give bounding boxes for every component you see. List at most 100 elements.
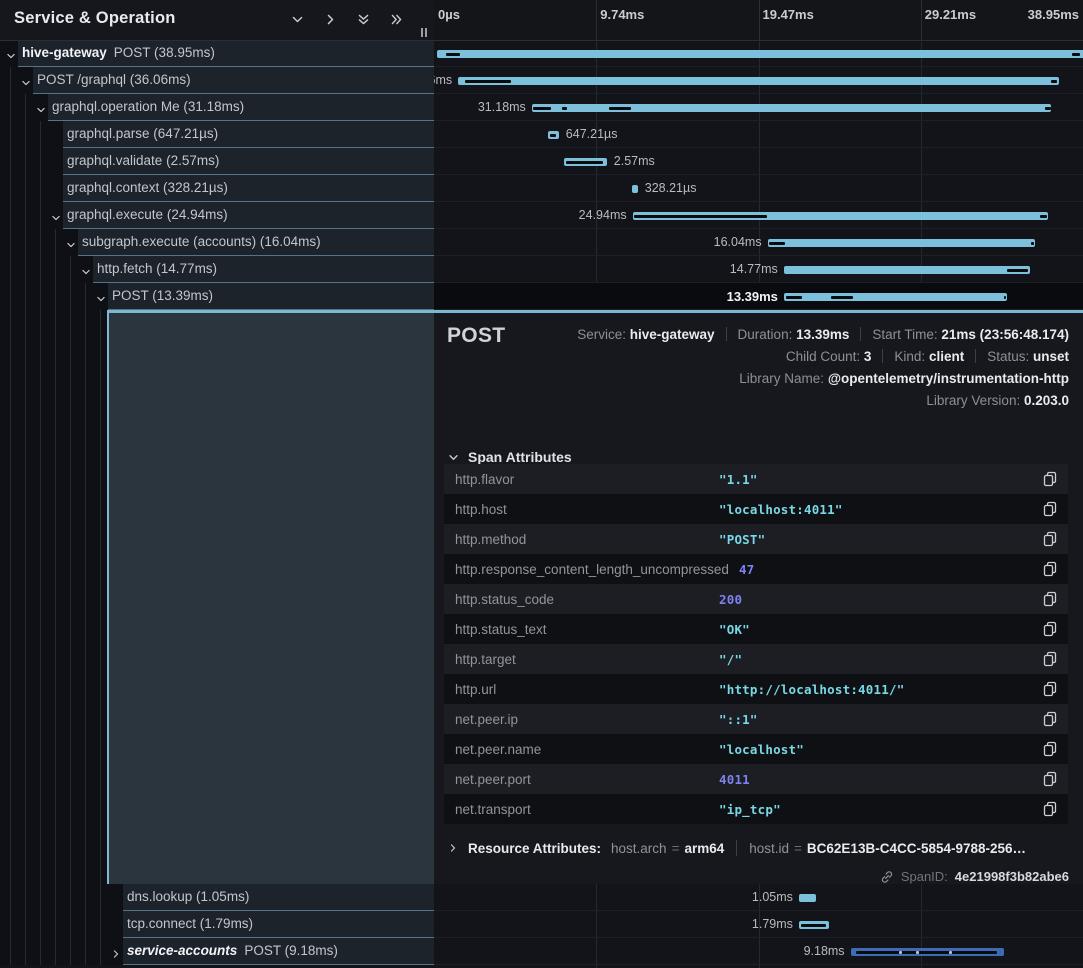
span-duration-bar[interactable] [799,921,829,929]
chevron-down-icon[interactable] [289,11,305,27]
span-row[interactable]: graphql.validate (2.57ms)2.57ms [0,148,1083,175]
attribute-value: "::1" [719,712,1043,727]
expander-chevron-down-icon[interactable] [51,210,61,228]
chevron-right-icon[interactable] [322,11,338,27]
indent-guide [40,229,41,256]
span-name-cell[interactable]: graphql.execute (24.94ms) [0,202,434,229]
copy-icon[interactable] [1043,531,1057,547]
span-attributes-title: Span Attributes [468,449,572,465]
indent-guide [100,884,101,911]
double-chevron-right-icon[interactable] [388,11,404,27]
span-timeline-cell[interactable]: 31.18ms [434,94,1083,121]
span-timeline-cell[interactable]: 1.05ms [434,884,1083,911]
span-row[interactable]: dns.lookup (1.05ms)1.05ms [0,884,1083,911]
span-timeline-cell[interactable]: 14.77ms [434,256,1083,283]
attribute-value: "localhost:4011" [719,502,1043,517]
span-name-cell[interactable]: tcp.connect (1.79ms) [0,911,434,938]
span-row[interactable]: graphql.execute (24.94ms)24.94ms [0,202,1083,229]
span-duration-bar[interactable] [633,212,1049,220]
span-name-cell[interactable]: subgraph.execute (accounts) (16.04ms) [0,229,434,256]
span-duration-bar[interactable] [564,158,607,166]
expander-chevron-down-icon[interactable] [21,75,31,93]
double-chevron-down-icon[interactable] [355,11,371,27]
indent-guide [25,229,26,256]
span-row[interactable]: graphql.context (328.21µs)328.21µs [0,175,1083,202]
span-duration-bar[interactable] [532,104,1052,112]
indent-guide [85,938,86,965]
selected-span-region[interactable] [107,313,434,884]
link-icon[interactable] [880,870,894,884]
indent-guide [10,94,11,121]
meta-separator [726,327,727,341]
span-row[interactable]: POST (13.39ms)13.39ms [0,283,1083,310]
span-name-label: service-accountsPOST (9.18ms) [127,938,338,964]
span-timeline-cell[interactable]: 2.57ms [434,148,1083,175]
span-timeline-cell[interactable]: 24.94ms [434,202,1083,229]
span-timeline-cell[interactable]: 16.04ms [434,229,1083,256]
span-name-cell[interactable]: POST (13.39ms) [0,283,434,310]
bar-segment [1072,53,1080,56]
copy-icon[interactable] [1043,621,1057,637]
span-row[interactable]: graphql.operation Me (31.18ms)31.18ms [0,94,1083,121]
span-name-cell[interactable]: http.fetch (14.77ms) [0,256,434,283]
expander-chevron-down-icon[interactable] [81,264,91,282]
span-name-cell[interactable]: graphql.validate (2.57ms) [0,148,434,175]
span-timeline-cell[interactable]: 1.79ms [434,911,1083,938]
span-name-cell[interactable]: graphql.operation Me (31.18ms) [0,94,434,121]
span-timeline-cell[interactable]: 36.06ms [434,67,1083,94]
expander-chevron-down-icon[interactable] [6,48,16,66]
timeline-ruler[interactable]: 0µs9.74ms19.47ms29.21ms38.95ms [434,0,1083,41]
indent-guide [55,310,56,884]
copy-icon[interactable] [1043,651,1057,667]
copy-icon[interactable] [1043,681,1057,697]
span-row[interactable]: subgraph.execute (accounts) (16.04ms)16.… [0,229,1083,256]
copy-icon[interactable] [1043,561,1057,577]
span-duration-bar[interactable] [548,131,559,139]
span-timeline-cell[interactable]: 13.39ms [434,283,1083,310]
span-duration-bar[interactable] [799,894,816,902]
expander-chevron-down-icon[interactable] [36,102,46,120]
span-duration-bar[interactable] [437,50,1083,58]
resource-attributes-toggle[interactable]: Resource Attributes:host.arch=arm64host.… [448,840,1026,856]
expander-chevron-down-icon[interactable] [66,237,76,255]
span-row[interactable]: hive-gatewayPOST (38.95ms) [0,40,1083,67]
span-duration-bar[interactable] [851,948,1004,956]
span-row[interactable]: service-accountsPOST (9.18ms) 9.18ms [0,938,1083,965]
span-duration-bar[interactable] [768,239,1035,247]
span-row[interactable]: tcp.connect (1.79ms)1.79ms [0,911,1083,938]
span-duration-label: 36.06ms [434,67,452,94]
span-name-cell[interactable]: graphql.parse (647.21µs) [0,121,434,148]
span-name-cell[interactable]: POST /graphql (36.06ms) [0,67,434,94]
span-timeline-cell[interactable]: 647.21µs [434,121,1083,148]
span-timeline-cell[interactable]: 9.18ms [434,938,1083,965]
copy-icon[interactable] [1043,711,1057,727]
span-row[interactable]: http.fetch (14.77ms) 14.77ms [0,256,1083,283]
copy-icon[interactable] [1043,591,1057,607]
span-timeline-cell[interactable]: 328.21µs [434,175,1083,202]
span-duration-label: 14.77ms [730,256,778,283]
expander-chevron-down-icon[interactable] [96,291,106,309]
span-name-cell[interactable]: service-accountsPOST (9.18ms) [0,938,434,965]
indent-guide [55,283,56,310]
bar-segment [769,242,785,245]
expander-chevron-right-icon[interactable] [111,946,121,964]
chevron-right-icon [448,841,458,856]
indent-guide [40,148,41,175]
copy-icon[interactable] [1043,741,1057,757]
span-timeline-cell[interactable] [434,40,1083,67]
span-duration-bar[interactable] [784,293,1007,301]
span-attributes-toggle[interactable]: Span Attributes [448,449,572,465]
span-row[interactable]: graphql.parse (647.21µs)647.21µs [0,121,1083,148]
copy-icon[interactable] [1043,471,1057,487]
span-row[interactable]: POST /graphql (36.06ms)36.06ms [0,67,1083,94]
span-name-cell[interactable]: dns.lookup (1.05ms) [0,884,434,911]
span-duration-bar[interactable] [458,77,1059,85]
span-name-cell[interactable]: graphql.context (328.21µs) [0,175,434,202]
span-name-cell[interactable]: hive-gatewayPOST (38.95ms) [0,40,434,67]
span-duration-bar[interactable] [784,266,1030,274]
span-duration-bar[interactable] [632,185,637,193]
copy-icon[interactable] [1043,501,1057,517]
copy-icon[interactable] [1043,801,1057,817]
copy-icon[interactable] [1043,771,1057,787]
column-resize-grip[interactable] [421,28,427,37]
